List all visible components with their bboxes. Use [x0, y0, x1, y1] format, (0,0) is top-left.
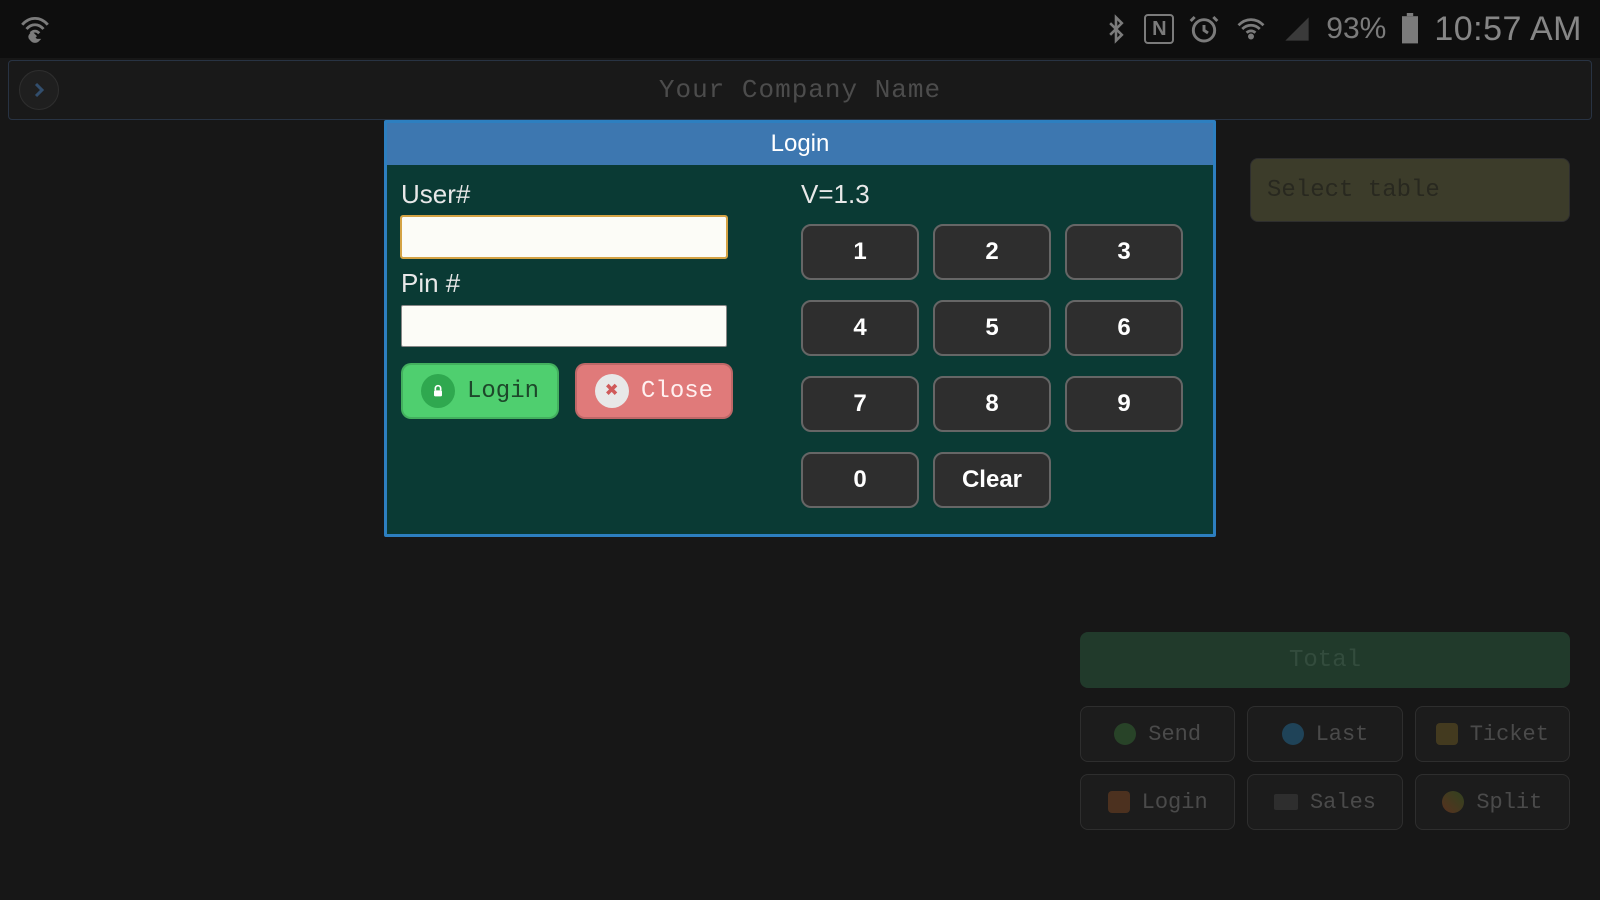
- keypad-2[interactable]: 2: [933, 224, 1051, 280]
- login-button-label: Login: [467, 378, 539, 405]
- lock-icon: [421, 374, 455, 408]
- keypad-9[interactable]: 9: [1065, 376, 1183, 432]
- keypad-5[interactable]: 5: [933, 300, 1051, 356]
- pin-number-input[interactable]: [401, 305, 727, 347]
- user-number-input[interactable]: [401, 216, 727, 258]
- numeric-keypad: 1 2 3 4 5 6 7 8 9 0 Clear: [801, 224, 1199, 508]
- login-button[interactable]: Login: [401, 363, 559, 419]
- pin-label: Pin #: [401, 268, 741, 299]
- keypad-1[interactable]: 1: [801, 224, 919, 280]
- keypad-6[interactable]: 6: [1065, 300, 1183, 356]
- dialog-title: Login: [387, 123, 1213, 165]
- user-label: User#: [401, 179, 741, 210]
- close-button-label: Close: [641, 378, 713, 405]
- login-dialog: Login User# Pin # Login ✖ Close V=1: [384, 120, 1216, 537]
- keypad-4[interactable]: 4: [801, 300, 919, 356]
- keypad-8[interactable]: 8: [933, 376, 1051, 432]
- keypad-clear[interactable]: Clear: [933, 452, 1051, 508]
- keypad-0[interactable]: 0: [801, 452, 919, 508]
- keypad-7[interactable]: 7: [801, 376, 919, 432]
- version-label: V=1.3: [801, 179, 1199, 210]
- close-button[interactable]: ✖ Close: [575, 363, 733, 419]
- close-icon: ✖: [595, 374, 629, 408]
- keypad-3[interactable]: 3: [1065, 224, 1183, 280]
